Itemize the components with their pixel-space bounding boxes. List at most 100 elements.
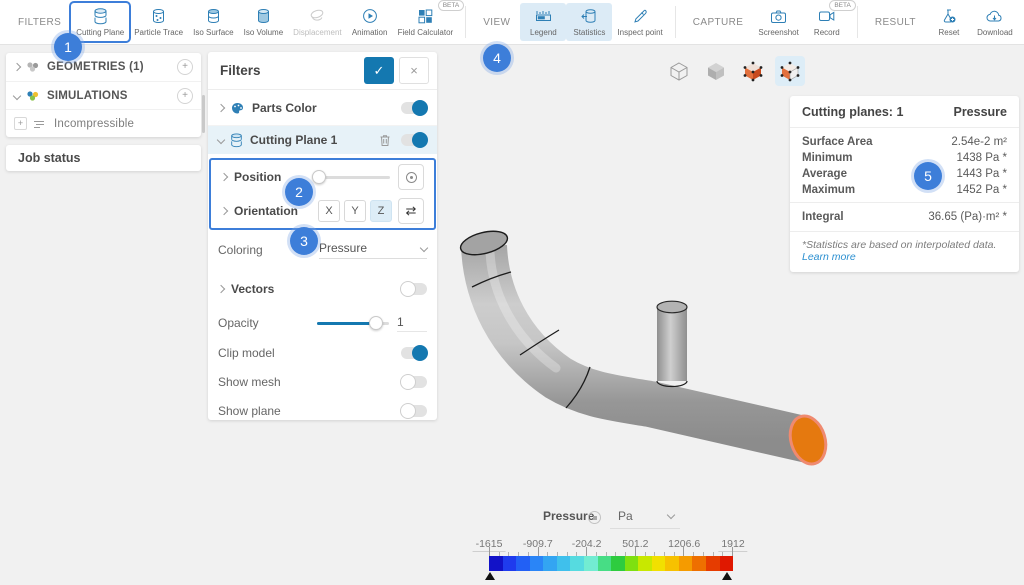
parts-color-toggle[interactable] (401, 102, 427, 114)
colorbar-max-handle[interactable] (722, 572, 732, 580)
toolbar-reset-button[interactable]: Reset (926, 3, 972, 41)
animation-icon (362, 8, 378, 25)
opacity-value[interactable]: 1 (397, 315, 427, 332)
coloring-row: Coloring Pressure (208, 232, 437, 268)
chevron-right-icon[interactable] (220, 207, 228, 215)
stat-value: 1452 Pa * (956, 184, 1007, 196)
view-clip-selected-button[interactable] (775, 56, 805, 86)
cutting-plane-row[interactable]: Cutting Plane 1 (208, 126, 437, 154)
chevron-right-icon[interactable] (217, 103, 225, 111)
clip-model-toggle[interactable] (401, 347, 427, 359)
toolbar-inspect-point-button[interactable]: Inspect point (612, 3, 667, 41)
view-mode-toolbar (664, 56, 805, 86)
statistics-header: Cutting planes: 1 Pressure (790, 96, 1019, 128)
sidebar-scrollbar[interactable] (202, 95, 205, 133)
toolbar-button-label: Legend (530, 28, 557, 37)
filters-title: Filters (220, 63, 364, 78)
view-clip-solid-button[interactable] (738, 56, 768, 86)
cutting-plane-toggle[interactable] (401, 134, 427, 146)
toolbar-screenshot-button[interactable]: Screenshot (753, 3, 803, 41)
axis-button-group: X Y Z (318, 200, 392, 222)
chevron-right-icon[interactable] (217, 285, 225, 293)
toolbar-divider (857, 6, 858, 38)
toolbar-button-label: Field Calculator (398, 28, 454, 37)
sidebar-item-geometries[interactable]: GEOMETRIES (1) + (6, 53, 201, 81)
toolbar-button-label: Cutting Plane (76, 28, 124, 37)
filters-panel: Filters ✓ × Parts Color Cutting Plane 1 … (208, 52, 437, 420)
sidebar-item-incompressible[interactable]: + Incompressible (6, 109, 201, 137)
delete-cutting-plane-button[interactable] (379, 134, 391, 147)
show-plane-row: Show plane (208, 397, 437, 425)
capture-section-label: CAPTURE (693, 17, 744, 28)
expand-plus-icon[interactable]: + (14, 117, 27, 130)
chevron-down-icon[interactable] (13, 91, 21, 99)
toolbar-field-calculator-button[interactable]: BETA Field Calculator (393, 3, 459, 41)
toolbar-record-button[interactable]: BETA Record (804, 3, 850, 41)
sidebar-item-simulations[interactable]: SIMULATIONS + (6, 81, 201, 109)
toolbar-download-button[interactable]: Download (972, 3, 1018, 41)
chevron-down-icon[interactable] (217, 136, 225, 144)
stat-label: Surface Area (802, 136, 873, 148)
toolbar-particle-trace-button[interactable]: Particle Trace (129, 3, 188, 41)
stat-row-average: Average 1443 Pa * (790, 166, 1019, 182)
clip-cube-icon (743, 61, 763, 82)
target-icon (406, 172, 417, 183)
center-position-button[interactable] (398, 164, 424, 190)
opacity-slider-handle[interactable] (369, 316, 383, 330)
chevron-down-icon[interactable] (667, 511, 675, 519)
toolbar-iso-surface-button[interactable]: Iso Surface (188, 3, 238, 41)
colorbar[interactable] (489, 556, 733, 571)
add-geometry-button[interactable]: + (177, 59, 193, 75)
close-filters-button[interactable]: × (399, 57, 429, 84)
vectors-row[interactable]: Vectors (208, 274, 437, 304)
opacity-slider[interactable] (317, 316, 389, 330)
view-wireframe-button[interactable] (664, 56, 694, 86)
apply-filters-button[interactable]: ✓ (364, 57, 394, 84)
chevron-right-icon[interactable] (13, 63, 21, 71)
job-status-panel[interactable]: Job status (6, 145, 201, 171)
incompressible-label: Incompressible (54, 118, 134, 130)
axis-x-button[interactable]: X (318, 200, 340, 222)
toolbar-iso-volume-button[interactable]: Iso Volume (239, 3, 289, 41)
view-solid-button[interactable] (701, 56, 731, 86)
toolbar-statistics-button[interactable]: Statistics (566, 3, 612, 41)
statistics-body: Surface Area 2.54e-2 m² Minimum 1438 Pa … (790, 128, 1019, 203)
flip-orientation-button[interactable]: ⇄ (398, 198, 424, 224)
chevron-right-icon[interactable] (220, 173, 228, 181)
learn-more-link[interactable]: Learn more (802, 251, 856, 263)
swap-arrows-icon: ⇄ (406, 203, 417, 219)
show-mesh-row: Show mesh (208, 368, 437, 396)
camera-icon (770, 8, 787, 25)
colorbar-min-handle[interactable] (485, 572, 495, 580)
annotation-badge-4: 4 (483, 44, 511, 72)
stat-row-minimum: Minimum 1438 Pa * (790, 150, 1019, 166)
toolbar-displacement-button[interactable]: Displacement (288, 3, 346, 41)
stat-label: Average (802, 168, 847, 180)
axis-y-button[interactable]: Y (344, 200, 366, 222)
axis-z-button[interactable]: Z (370, 200, 392, 222)
position-label: Position (234, 170, 281, 184)
position-slider-handle[interactable] (312, 170, 326, 184)
legend-unit-dropdown[interactable]: Pa (618, 509, 633, 523)
parts-color-row[interactable]: Parts Color (208, 90, 437, 126)
show-plane-toggle[interactable] (401, 405, 427, 417)
show-mesh-toggle[interactable] (401, 376, 427, 388)
geometries-label: GEOMETRIES (1) (47, 61, 144, 73)
vectors-toggle[interactable] (401, 283, 427, 295)
orientation-row[interactable]: Orientation X Y Z ⇄ (211, 194, 434, 228)
viewport-3d-pipe-model[interactable] (430, 180, 850, 490)
toolbar-cutting-plane-button[interactable]: Cutting Plane (71, 3, 129, 41)
add-simulation-button[interactable]: + (177, 88, 193, 104)
scene-tree-panel: GEOMETRIES (1) + SIMULATIONS + + Incompr… (6, 53, 201, 137)
legend-settings-icon[interactable] (588, 511, 601, 524)
simulations-icon (26, 90, 40, 102)
show-mesh-label: Show mesh (218, 375, 281, 389)
coloring-dropdown[interactable]: Pressure (319, 241, 427, 259)
toolbar-button-label: Screenshot (758, 28, 798, 37)
position-slider[interactable] (314, 170, 390, 184)
show-plane-label: Show plane (218, 404, 281, 418)
iso-volume-icon (256, 8, 271, 25)
toolbar-animation-button[interactable]: Animation (347, 3, 393, 41)
position-row[interactable]: Position (211, 160, 434, 194)
toolbar-legend-button[interactable]: Legend (520, 3, 566, 41)
